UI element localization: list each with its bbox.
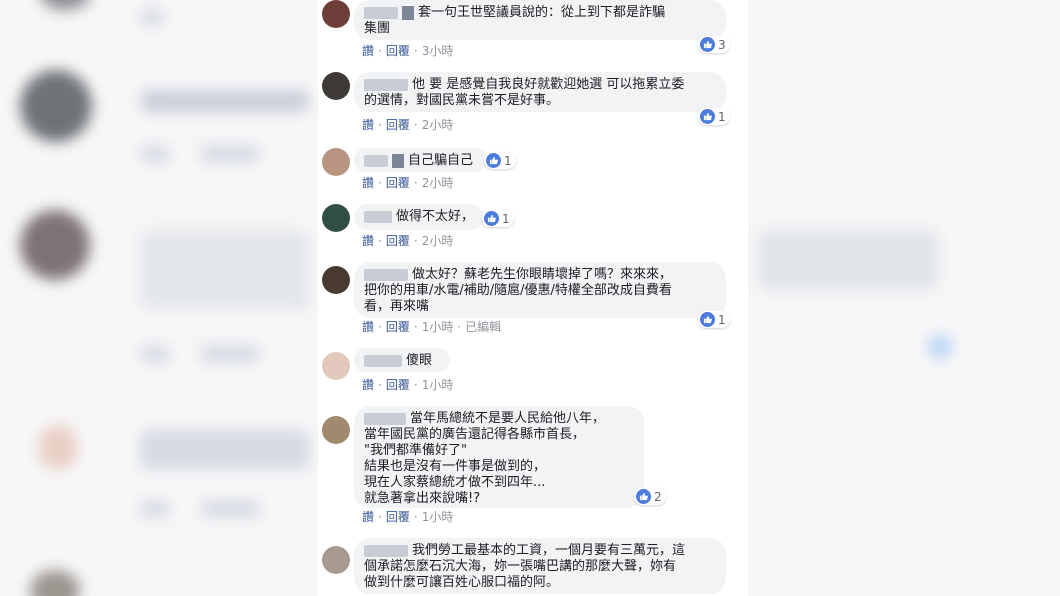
comment-bubble: 套一句王世堅議員說的：從上到下都是詐騙 集團 xyxy=(354,0,726,40)
reaction-count[interactable]: 1 xyxy=(698,311,730,328)
like-link[interactable]: 讚 xyxy=(362,44,374,58)
separator-dot: · xyxy=(378,234,382,248)
reaction-number: 1 xyxy=(718,312,726,327)
reply-link[interactable]: 回覆 xyxy=(386,510,410,524)
commenter-name-mark xyxy=(402,5,414,20)
like-icon xyxy=(700,312,715,327)
comment-bubble: 我們勞工最基本的工資，一個月要有三萬元，這 個承諾怎麼石沉大海，妳一張嘴巴講的那… xyxy=(354,538,726,594)
separator-dot: · xyxy=(378,176,382,190)
comment-feed: 套一句王世堅議員說的：從上到下都是詐騙 集團 3 讚 · 回覆 · 3小時 他 要 是感… xyxy=(318,0,748,596)
avatar[interactable] xyxy=(322,416,350,444)
comment-bubble: 他 要 是感覺自我良好就歡迎她選 可以拖累立委 的選情，對國民黨未嘗不是好事。 xyxy=(354,72,726,112)
comment-text: 自己騙自己 xyxy=(408,153,474,168)
commenter-name[interactable] xyxy=(364,6,398,19)
like-icon xyxy=(700,37,715,52)
reaction-number: 1 xyxy=(718,109,726,124)
separator-dot: · xyxy=(378,320,382,334)
separator-dot: · xyxy=(413,378,418,392)
separator-dot: · xyxy=(413,234,418,248)
comment-actions: 讚 · 回覆 · 1小時 xyxy=(362,508,457,525)
like-link[interactable]: 讚 xyxy=(362,234,374,248)
comment-bubble: 傻眼 xyxy=(354,348,450,372)
commenter-name[interactable] xyxy=(364,78,408,91)
commenter-name[interactable] xyxy=(364,210,392,223)
like-link[interactable]: 讚 xyxy=(362,378,374,392)
reply-link[interactable]: 回覆 xyxy=(386,44,410,58)
comment-actions: 讚 · 回覆 · 2小時 xyxy=(362,174,457,191)
commenter-name-mark xyxy=(392,153,404,168)
separator-dot: · xyxy=(457,320,462,334)
comment-actions: 讚 · 回覆 · 1小時 · 已編輯 xyxy=(362,318,505,335)
like-icon xyxy=(484,211,499,226)
avatar[interactable] xyxy=(322,352,350,380)
avatar[interactable] xyxy=(322,72,350,100)
reply-link[interactable]: 回覆 xyxy=(386,378,410,392)
commenter-name[interactable] xyxy=(364,412,406,425)
comment-text: 當年馬總統不是要人民給他八年， 當年國民黨的廣告還記得各縣市首長， "我們都準備… xyxy=(364,411,606,506)
like-link[interactable]: 讚 xyxy=(362,510,374,524)
comment-text: 我們勞工最基本的工資，一個月要有三萬元，這 個承諾怎麼石沉大海，妳一張嘴巴講的那… xyxy=(364,543,686,590)
comment-bubble: 做得不太好， xyxy=(354,204,484,230)
separator-dot: · xyxy=(378,510,382,524)
comment-timestamp[interactable]: 1小時 xyxy=(422,378,454,392)
separator-dot: · xyxy=(378,378,382,392)
like-icon xyxy=(700,109,715,124)
avatar[interactable] xyxy=(322,204,350,232)
like-icon xyxy=(636,489,651,504)
commenter-name[interactable] xyxy=(364,154,388,167)
separator-dot: · xyxy=(378,44,382,58)
reaction-count[interactable]: 2 xyxy=(634,488,666,505)
comment-actions: 讚 · 回覆 · 3小時 xyxy=(362,42,457,59)
reaction-count[interactable]: 1 xyxy=(484,152,516,169)
edited-label[interactable]: 已編輯 xyxy=(465,320,501,334)
comment-timestamp[interactable]: 1小時 xyxy=(422,320,454,334)
comment-actions: 讚 · 回覆 · 2小時 xyxy=(362,232,457,249)
comment-actions: 讚 · 回覆 · 2小時 xyxy=(362,116,457,133)
comment-text: 做太好？蘇老先生你眼睛壞掉了嗎？來來來， 把你的用車/水電/補助/隨扈/優惠/特… xyxy=(364,267,673,314)
comment-actions: 讚 · 回覆 · 1小時 xyxy=(362,376,457,393)
avatar[interactable] xyxy=(322,0,350,28)
separator-dot: · xyxy=(413,44,418,58)
avatar[interactable] xyxy=(322,546,350,574)
commenter-name[interactable] xyxy=(364,544,408,557)
comment-text: 做得不太好， xyxy=(396,209,475,224)
comment-timestamp[interactable]: 3小時 xyxy=(422,44,454,58)
reaction-number: 3 xyxy=(718,37,726,52)
reply-link[interactable]: 回覆 xyxy=(386,320,410,334)
reply-link[interactable]: 回覆 xyxy=(386,118,410,132)
avatar[interactable] xyxy=(322,266,350,294)
comment-timestamp[interactable]: 2小時 xyxy=(422,176,454,190)
reply-link[interactable]: 回覆 xyxy=(386,234,410,248)
like-icon xyxy=(486,153,501,168)
comment-bubble: 當年馬總統不是要人民給他八年， 當年國民黨的廣告還記得各縣市首長， "我們都準備… xyxy=(354,406,644,508)
comment-text: 傻眼 xyxy=(406,353,433,368)
comment-text: 他 要 是感覺自我良好就歡迎她選 可以拖累立委 的選情，對國民黨未嘗不是好事。 xyxy=(364,77,685,108)
reaction-count[interactable]: 1 xyxy=(698,108,730,125)
avatar[interactable] xyxy=(322,148,350,176)
comment-bubble: 自己騙自己 xyxy=(354,148,488,172)
like-link[interactable]: 讚 xyxy=(362,320,374,334)
comment-timestamp[interactable]: 2小時 xyxy=(422,234,454,248)
blurred-background-left xyxy=(0,0,318,596)
comment-timestamp[interactable]: 2小時 xyxy=(422,118,454,132)
separator-dot: · xyxy=(413,176,418,190)
reaction-number: 1 xyxy=(502,211,510,226)
like-link[interactable]: 讚 xyxy=(362,176,374,190)
reaction-number: 1 xyxy=(504,153,512,168)
reaction-count[interactable]: 1 xyxy=(482,210,514,227)
commenter-name[interactable] xyxy=(364,268,408,281)
reaction-count[interactable]: 3 xyxy=(698,36,730,53)
separator-dot: · xyxy=(413,320,418,334)
separator-dot: · xyxy=(413,118,418,132)
reply-link[interactable]: 回覆 xyxy=(386,176,410,190)
reaction-number: 2 xyxy=(654,489,662,504)
like-link[interactable]: 讚 xyxy=(362,118,374,132)
separator-dot: · xyxy=(378,118,382,132)
commenter-name[interactable] xyxy=(364,354,402,367)
comment-bubble: 做太好？蘇老先生你眼睛壞掉了嗎？來來來， 把你的用車/水電/補助/隨扈/優惠/特… xyxy=(354,262,726,318)
separator-dot: · xyxy=(413,510,418,524)
blurred-background-right xyxy=(748,0,1060,596)
comment-timestamp[interactable]: 1小時 xyxy=(422,510,454,524)
